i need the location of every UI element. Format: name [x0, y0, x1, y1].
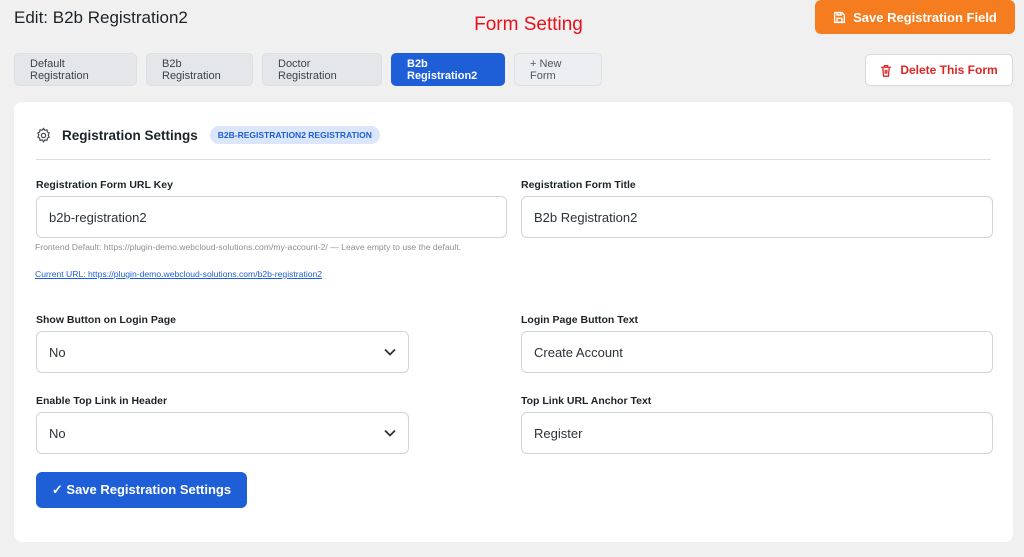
show-button-value: No — [49, 344, 66, 360]
anchor-text-label: Top Link URL Anchor Text — [521, 395, 652, 407]
top-link-value: No — [49, 425, 66, 441]
delete-form-button[interactable]: Delete This Form — [865, 54, 1013, 86]
tab-b2b-registration[interactable]: B2b Registration — [146, 53, 253, 86]
show-button-label: Show Button on Login Page — [36, 314, 176, 326]
section-title: Registration Settings — [62, 127, 198, 143]
show-button-select[interactable]: No — [36, 331, 409, 373]
gear-icon — [35, 126, 52, 144]
url-key-input[interactable]: b2b-registration2 — [36, 196, 507, 238]
tab-doctor-registration[interactable]: Doctor Registration — [262, 53, 382, 86]
url-help-text: Frontend Default: https://plugin-demo.we… — [35, 242, 462, 252]
chevron-down-icon — [384, 429, 396, 437]
anchor-text-value: Register — [534, 425, 583, 441]
delete-form-label: Delete This Form — [900, 63, 998, 77]
form-title-value: B2b Registration2 — [534, 209, 638, 225]
url-key-label: Registration Form URL Key — [36, 179, 173, 191]
login-button-text-input[interactable]: Create Account — [521, 331, 993, 373]
login-button-text-label: Login Page Button Text — [521, 314, 639, 326]
registration-badge: B2B-REGISTRATION2 REGISTRATION — [209, 126, 380, 144]
section-header: Registration Settings B2B-REGISTRATION2 … — [35, 126, 380, 144]
form-title-label: Registration Form Title — [521, 179, 636, 191]
tab-b2b-registration2[interactable]: B2b Registration2 — [391, 53, 505, 86]
section-divider — [36, 159, 991, 160]
save-registration-field-label: Save Registration Field — [853, 9, 997, 25]
form-tabs: Default Registration B2b Registration Do… — [14, 53, 602, 86]
save-icon — [833, 11, 846, 24]
form-title-input[interactable]: B2b Registration2 — [521, 196, 993, 238]
save-registration-settings-button[interactable]: ✓ Save Registration Settings — [36, 472, 247, 508]
top-link-select[interactable]: No — [36, 412, 409, 454]
current-url-link[interactable]: Current URL: https://plugin-demo.webclou… — [35, 269, 322, 279]
login-button-text-value: Create Account — [534, 344, 623, 360]
url-key-value: b2b-registration2 — [49, 209, 147, 225]
registration-settings-card: Registration Settings B2B-REGISTRATION2 … — [14, 102, 1013, 542]
top-link-label: Enable Top Link in Header — [36, 395, 168, 407]
tab-new-form[interactable]: + New Form — [514, 53, 602, 86]
tab-default-registration[interactable]: Default Registration — [14, 53, 137, 86]
chevron-down-icon — [384, 348, 396, 356]
save-registration-field-button[interactable]: Save Registration Field — [815, 0, 1015, 34]
anchor-text-input[interactable]: Register — [521, 412, 993, 454]
trash-icon — [880, 64, 892, 77]
